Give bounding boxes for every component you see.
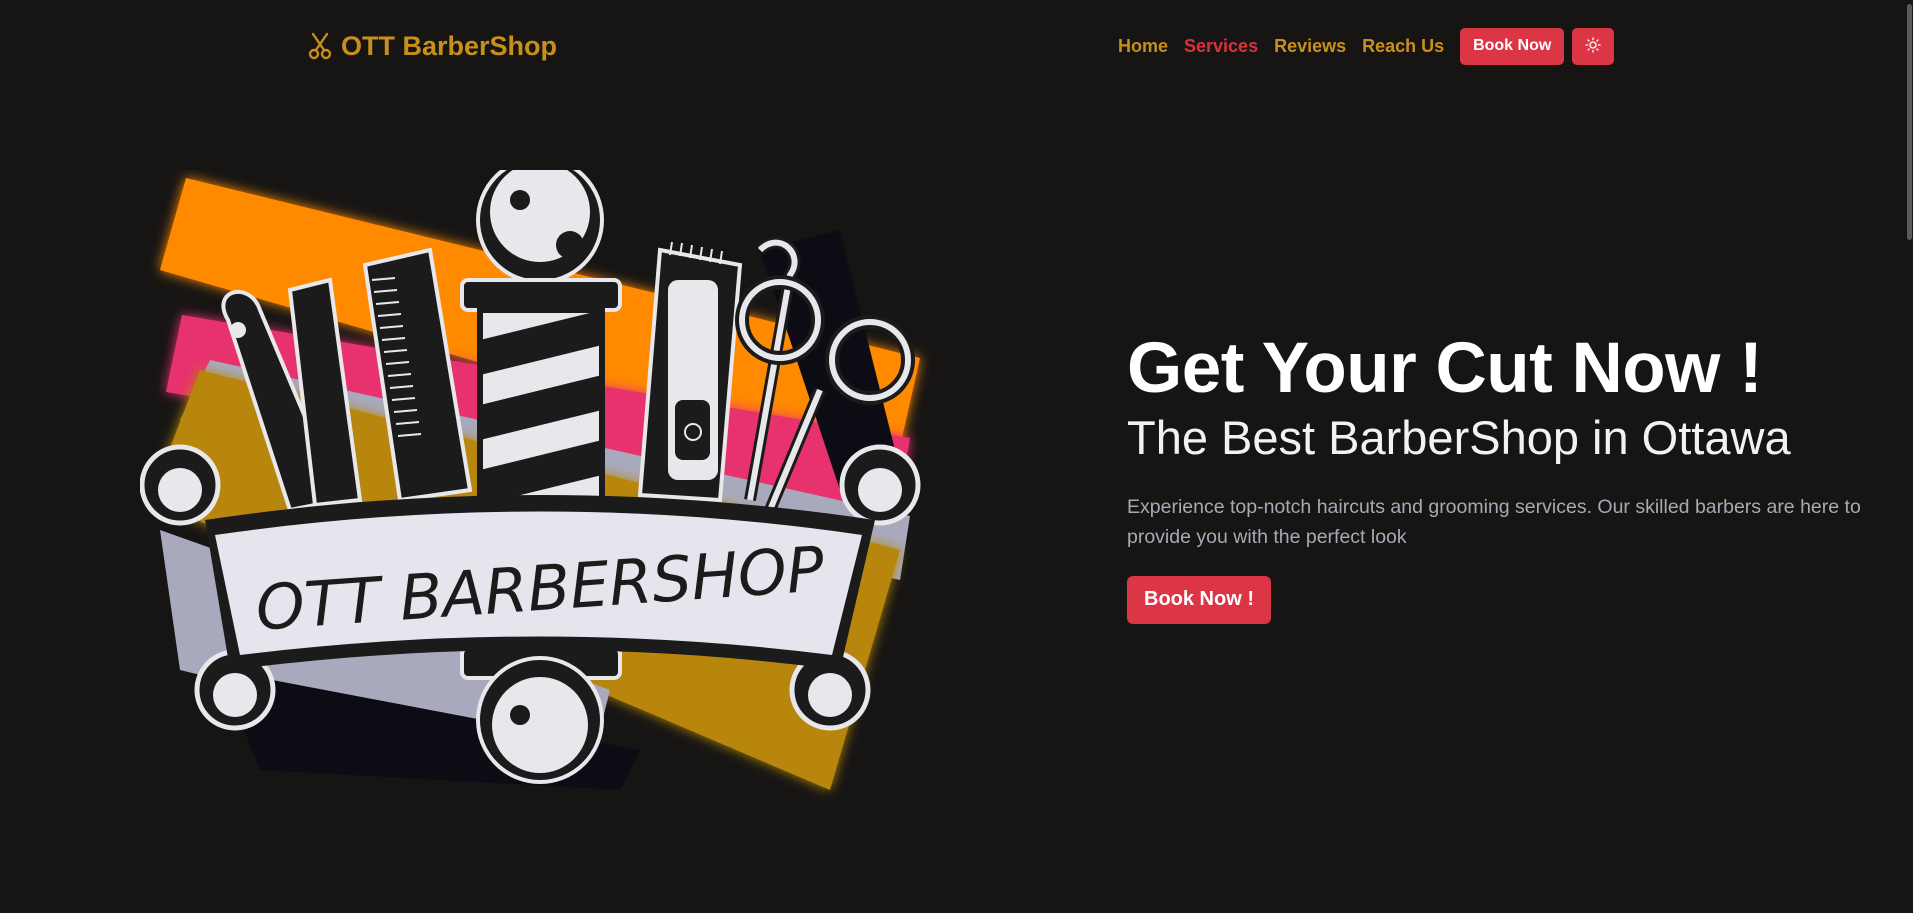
hero-logo-image: OTT BARBERSHOP [139, 156, 940, 810]
page-scrollbar[interactable] [1905, 0, 1913, 913]
nav-link-services[interactable]: Services [1184, 36, 1258, 57]
theme-toggle-button[interactable] [1572, 27, 1615, 65]
nav-link-reach-us[interactable]: Reach Us [1362, 36, 1444, 57]
hero-title: Get Your Cut Now ! [1127, 329, 1763, 408]
sun-icon [1585, 36, 1601, 56]
hero-subtitle: The Best BarberShop in Ottawa [1127, 411, 1791, 465]
book-now-hero-button[interactable]: Book Now ! [1127, 575, 1271, 624]
nav-links: Home Services Reviews Reach Us Book Now [1118, 26, 1615, 66]
nav-link-home[interactable]: Home [1118, 36, 1168, 57]
navbar: OTT BarberShop Home Services Reviews Rea… [0, 0, 1913, 90]
brand-link[interactable]: OTT BarberShop [307, 26, 557, 66]
hero-section: Get Your Cut Now ! The Best BarberShop i… [1127, 329, 1867, 624]
book-now-nav-button[interactable]: Book Now [1460, 27, 1565, 65]
hero-description: Experience top-notch haircuts and groomi… [1127, 495, 1861, 548]
brand-label: OTT BarberShop [341, 30, 558, 61]
scissors-icon [307, 31, 333, 61]
scrollbar-thumb[interactable] [1907, 4, 1912, 240]
nav-link-reviews[interactable]: Reviews [1274, 36, 1346, 57]
